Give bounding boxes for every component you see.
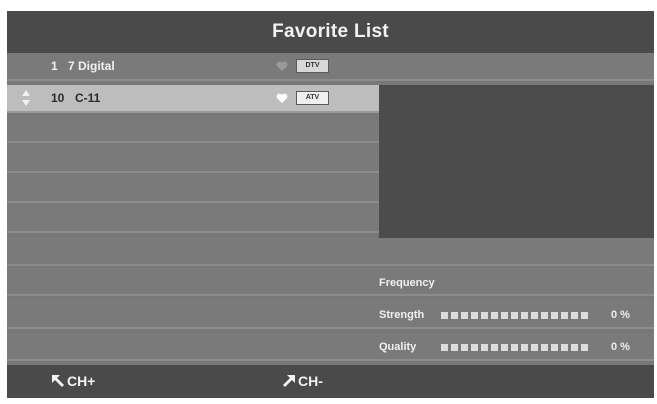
heart-icon <box>276 61 288 71</box>
list-item[interactable]: Frequency <box>7 268 654 296</box>
strength-label: Strength <box>379 309 425 321</box>
channel-row-1[interactable]: 1 7 Digital DTV <box>7 53 654 81</box>
channel-type-badge: DTV <box>296 59 329 73</box>
ch-down-label: CH- <box>298 373 323 389</box>
list-item[interactable] <box>7 238 654 266</box>
channel-row-2[interactable]: 10 C-11 ATV <box>7 85 379 113</box>
red-button-icon <box>52 375 64 387</box>
preview-window <box>379 85 654 238</box>
footer-bar: CH+ CH- <box>7 365 654 398</box>
quality-bar <box>441 344 588 351</box>
list-item[interactable] <box>7 145 379 173</box>
list-item[interactable]: Strength 0 % <box>7 301 654 329</box>
ch-up-label: CH+ <box>67 373 96 389</box>
up-down-arrows-icon <box>22 90 30 106</box>
strength-bar <box>441 312 588 319</box>
page-title: Favorite List <box>272 21 389 42</box>
quality-value: 0 % <box>611 341 630 353</box>
ch-down-button[interactable]: CH- <box>282 373 323 389</box>
channel-number: 10 <box>51 91 65 105</box>
frequency-label: Frequency <box>379 277 435 289</box>
favorite-list-screen: Favorite List 1 7 Digital DTV 10 C-11 AT… <box>7 11 654 398</box>
list-item[interactable] <box>7 205 379 233</box>
list-item[interactable] <box>7 175 379 203</box>
title-bar: Favorite List <box>7 11 654 53</box>
channel-number: 1 <box>51 59 58 73</box>
channel-name: 7 Digital <box>68 59 115 73</box>
list-item[interactable] <box>7 115 379 143</box>
quality-label: Quality <box>379 341 417 353</box>
channel-name: C-11 <box>75 91 101 105</box>
list-item[interactable]: Quality 0 % <box>7 333 654 361</box>
channel-type-badge: ATV <box>296 91 329 105</box>
strength-value: 0 % <box>611 309 630 321</box>
ch-up-button[interactable]: CH+ <box>51 373 95 389</box>
green-button-icon <box>283 375 295 387</box>
heart-icon <box>276 93 288 103</box>
